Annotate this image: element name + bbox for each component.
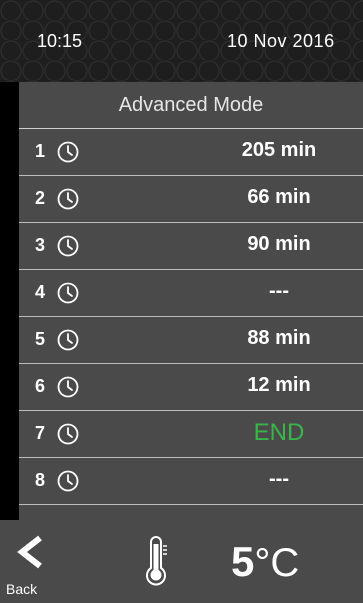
program-step-row[interactable]: 7 END (19, 411, 363, 458)
status-header: 10:15 10 Nov 2016 (0, 0, 363, 82)
step-duration: --- (269, 280, 289, 302)
step-number: 4 (35, 282, 46, 302)
temperature-value: 5 (231, 538, 255, 585)
clock-icon (57, 376, 79, 398)
step-number: 1 (35, 141, 46, 161)
clock-icon (57, 188, 79, 210)
back-label: Back (6, 581, 38, 597)
clock-icon (57, 423, 79, 445)
step-number: 5 (35, 329, 46, 349)
clock-time: 10:15 (37, 31, 83, 51)
step-number: 3 (35, 235, 46, 255)
back-button[interactable]: Back (4, 526, 56, 600)
program-step-row[interactable]: 2 66 min (19, 176, 363, 223)
step-number: 2 (35, 188, 46, 208)
page-title: Advanced Mode (19, 82, 363, 129)
clock-icon (57, 282, 79, 304)
program-step-row[interactable]: 1 205 min (19, 129, 363, 176)
step-number: 7 (35, 423, 46, 443)
step-number: 6 (35, 376, 46, 396)
step-duration: 90 min (247, 233, 311, 255)
step-duration: 66 min (247, 186, 311, 208)
step-duration: 205 min (241, 139, 317, 161)
step-duration: 12 min (247, 374, 311, 396)
program-step-row[interactable]: 3 90 min (19, 223, 363, 270)
step-end-marker: END (253, 419, 305, 446)
program-panel: Advanced Mode 1 205 min 2 66 min 3 90 mi… (19, 82, 363, 520)
program-step-row[interactable]: 8 --- (19, 458, 363, 505)
bottom-bar: Back 5°C (0, 520, 363, 603)
step-duration: 88 min (247, 327, 311, 349)
chevron-left-icon (17, 535, 42, 569)
clock-icon (57, 329, 79, 351)
clock-icon (57, 235, 79, 257)
current-date: 10 Nov 2016 (227, 31, 335, 51)
program-step-row[interactable]: 5 88 min (19, 317, 363, 364)
step-number: 8 (35, 470, 46, 490)
clock-icon (57, 470, 79, 492)
program-step-row[interactable]: 4 --- (19, 270, 363, 317)
thermometer-icon[interactable] (144, 536, 168, 586)
temperature-unit: °C (254, 541, 300, 585)
temperature-readout: 5°C (231, 538, 299, 586)
program-step-row[interactable]: 6 12 min (19, 364, 363, 411)
step-duration: --- (269, 468, 289, 490)
clock-icon (57, 141, 79, 163)
